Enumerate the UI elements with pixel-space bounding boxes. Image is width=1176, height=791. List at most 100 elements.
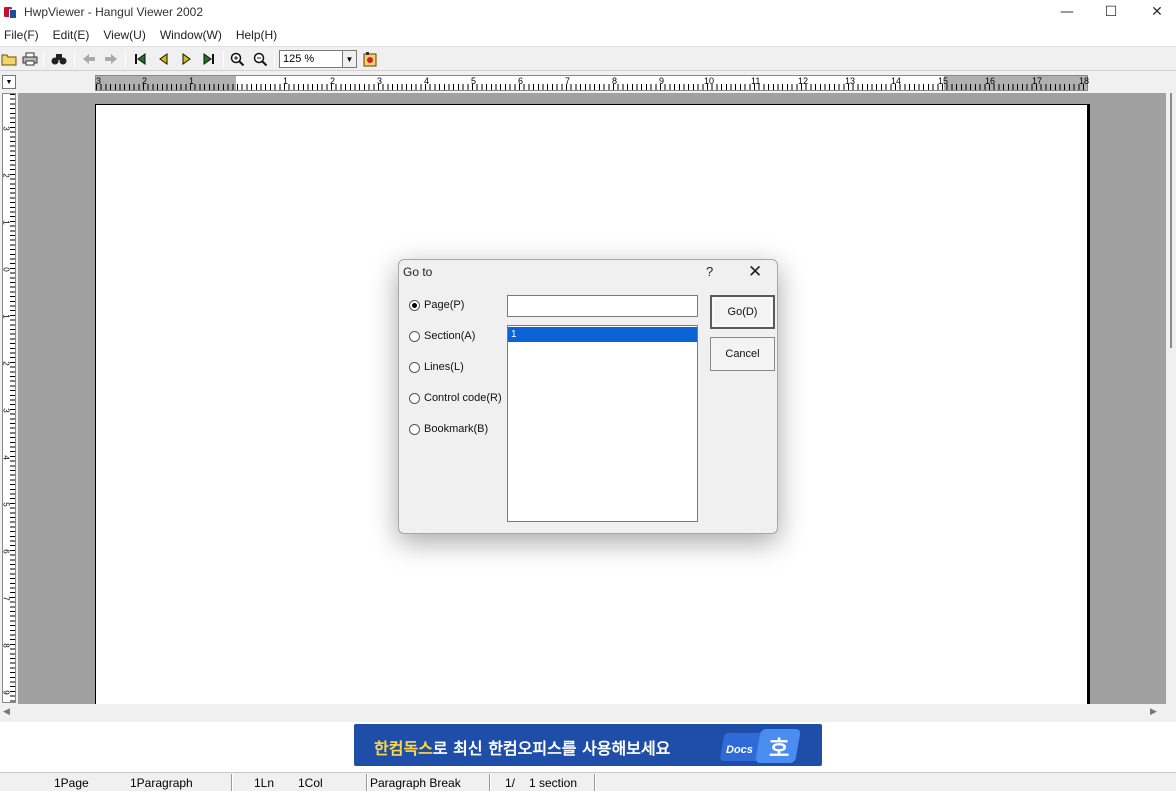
open-folder-icon[interactable]: [0, 51, 18, 67]
banner-highlight: 한컴독스: [374, 739, 433, 758]
banner-text: 한컴독스로 최신 한컴오피스를 사용해보세요: [374, 735, 670, 759]
horizontal-scrollbar[interactable]: ◀ ▶: [0, 704, 1166, 722]
ruler-label: 3: [377, 76, 383, 86]
window-title: HwpViewer - Hangul Viewer 2002: [24, 5, 203, 19]
radio-label: Control code(R): [424, 392, 502, 404]
radio-label: Section(A): [424, 330, 476, 342]
logo-docs-text: Docs: [726, 744, 753, 756]
ruler-label: 10: [704, 76, 715, 86]
find-binoculars-icon[interactable]: [50, 51, 68, 67]
dialog-close-button[interactable]: ✕: [748, 262, 762, 282]
document-info-icon[interactable]: [361, 51, 379, 67]
scrollbar-thumb[interactable]: [1170, 93, 1172, 348]
ruler-label: 13: [845, 76, 856, 86]
maximize-button[interactable]: ☐: [1088, 0, 1134, 24]
ruler-corner-button[interactable]: ▼: [2, 75, 16, 89]
cancel-button[interactable]: Cancel: [710, 337, 775, 371]
status-bar: 1Page 1Paragraph 1Ln 1Col Paragraph Brea…: [0, 772, 1176, 791]
radio-page[interactable]: Page(P): [409, 299, 464, 311]
ruler-label: 12: [798, 76, 809, 86]
radio-bookmark[interactable]: Bookmark(B): [409, 423, 488, 435]
ruler-label: 9: [2, 690, 11, 695]
minimize-button[interactable]: —: [1044, 0, 1090, 24]
next-page-icon[interactable]: [177, 51, 195, 67]
ruler-label: 2: [2, 361, 11, 366]
help-button[interactable]: ?: [706, 264, 713, 279]
status-line: 1Ln: [254, 776, 275, 790]
menu-view[interactable]: View(U): [99, 28, 149, 42]
status-section-pos: 1/: [505, 776, 516, 790]
zoom-dropdown[interactable]: 125 % ▼: [279, 50, 357, 68]
ruler-label: 7: [2, 596, 11, 601]
menu-window[interactable]: Window(W): [156, 28, 226, 42]
close-button[interactable]: ✕: [1134, 0, 1176, 24]
radio-unchecked-icon[interactable]: [409, 361, 420, 373]
menu-bar: File(F) Edit(E) View(U) Window(W) Help(H…: [0, 24, 1176, 46]
page-list[interactable]: 1: [507, 325, 698, 522]
banner-area: 한컴독스로 최신 한컴오피스를 사용해보세요 Docs 호: [0, 722, 1176, 772]
chevron-down-icon[interactable]: ▼: [342, 51, 356, 67]
radio-label: Lines(L): [424, 361, 464, 373]
zoom-value: 125 %: [283, 53, 315, 65]
ruler-label: 9: [659, 76, 665, 86]
goto-dialog: Go to ? ✕ Page(P) Section(A) Lines(L) Co…: [398, 259, 778, 534]
scroll-right-icon[interactable]: ▶: [1150, 706, 1157, 717]
ruler-label: 17: [1032, 76, 1043, 86]
radio-unchecked-icon[interactable]: [409, 392, 420, 404]
ruler-label: 1: [2, 314, 11, 319]
go-button[interactable]: Go(D): [710, 295, 775, 329]
vertical-scrollbar[interactable]: [1166, 93, 1176, 704]
hancom-docs-banner[interactable]: 한컴독스로 최신 한컴오피스를 사용해보세요 Docs 호: [354, 724, 822, 766]
ruler-label: 6: [2, 549, 11, 554]
status-section-count: 1 section: [529, 776, 578, 790]
prev-page-icon[interactable]: [155, 51, 173, 67]
last-page-icon[interactable]: [200, 51, 218, 67]
list-item[interactable]: 1: [508, 327, 697, 342]
ruler-label: 16: [985, 76, 996, 86]
radio-checked-icon[interactable]: [409, 299, 420, 311]
zoom-in-icon[interactable]: [229, 51, 247, 67]
ruler-label: 7: [565, 76, 571, 86]
horizontal-ruler-area: ▼ 3 2 1 1 2 3 4 5 6 7 8 9 10 11 12 13 14…: [0, 72, 1176, 92]
status-paragraph: 1Paragraph: [130, 776, 193, 790]
ruler-label: 14: [891, 76, 902, 86]
ruler-label: 5: [471, 76, 477, 86]
radio-control-code[interactable]: Control code(R): [409, 392, 502, 404]
menu-edit[interactable]: Edit(E): [49, 28, 94, 42]
radio-label: Page(P): [424, 299, 465, 311]
radio-unchecked-icon[interactable]: [409, 423, 420, 435]
vertical-ruler: 3 2 1 0 1 2 3 4 5 6 7 8 9: [2, 93, 16, 703]
app-icon: [4, 5, 18, 19]
ruler-label: 15: [938, 76, 949, 86]
title-bar: HwpViewer - Hangul Viewer 2002 — ☐ ✕: [0, 0, 1176, 24]
ruler-label: 6: [518, 76, 524, 86]
status-column: 1Col: [298, 776, 323, 790]
print-icon[interactable]: [21, 51, 39, 67]
forward-arrow-icon[interactable]: [102, 51, 120, 67]
menu-file[interactable]: File(F): [0, 28, 43, 42]
zoom-out-icon[interactable]: [252, 51, 270, 67]
ruler-label: 2: [2, 173, 11, 178]
ruler-label: 3: [2, 408, 11, 413]
ruler-label: 3: [2, 126, 11, 131]
ruler-label: 1: [283, 76, 289, 86]
banner-message: 로 최신 한컴오피스를 사용해보세요: [432, 739, 671, 758]
toolbar: 125 % ▼: [0, 46, 1176, 71]
first-page-icon[interactable]: [131, 51, 149, 67]
radio-lines[interactable]: Lines(L): [409, 361, 464, 373]
page-number-input[interactable]: [507, 295, 698, 317]
ruler-label: 8: [2, 643, 11, 648]
ruler-label: 1: [2, 220, 11, 225]
logo-char: 호: [769, 737, 790, 762]
ruler-label: 18: [1079, 76, 1090, 86]
ruler-label: 11: [751, 76, 761, 86]
radio-section[interactable]: Section(A): [409, 330, 475, 342]
scroll-left-icon[interactable]: ◀: [3, 706, 10, 717]
ruler-label: 8: [612, 76, 618, 86]
back-arrow-icon[interactable]: [80, 51, 98, 67]
ruler-label: 5: [2, 502, 11, 507]
ruler-label: 3: [96, 76, 102, 86]
menu-help[interactable]: Help(H): [232, 28, 281, 42]
radio-unchecked-icon[interactable]: [409, 330, 420, 342]
horizontal-ruler: 3 2 1 1 2 3 4 5 6 7 8 9 10 11 12 13 14 1…: [95, 75, 1090, 91]
